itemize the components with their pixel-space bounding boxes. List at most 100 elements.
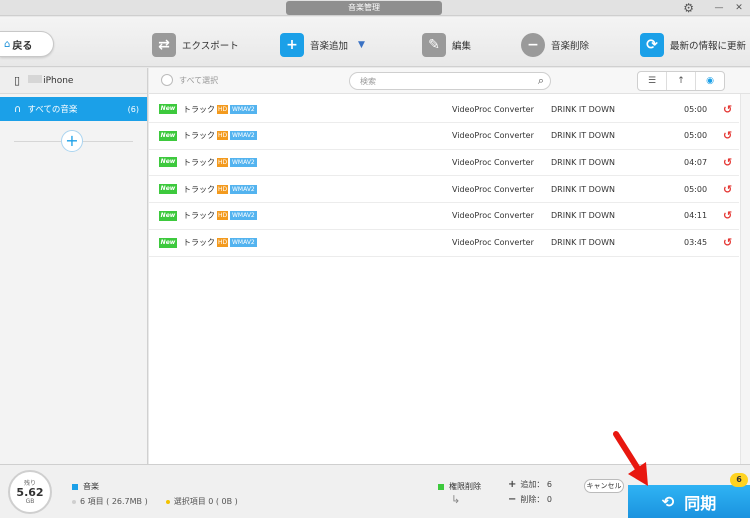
undo-icon[interactable]: ↺ [723, 209, 732, 222]
table-row[interactable]: New トラック 1 HD WMAV2 VideoProc Converter DRINK… [149, 96, 739, 123]
delete-count: − 削除： 0 [508, 494, 553, 505]
chevron-down-icon[interactable]: ▼ [358, 40, 365, 50]
add-count: + 追加： 6 [508, 479, 553, 490]
export-icon: ⇄ [152, 33, 176, 57]
track-album: DRINK IT DOWN [551, 104, 615, 114]
search-placeholder: 検索 [360, 76, 376, 86]
track-album: DRINK IT DOWN [551, 211, 615, 221]
device-name: iPhone [28, 75, 73, 86]
list-toolbar: すべて選択 検索 ⌕ ☰ ↑ ◉ [149, 68, 750, 94]
track-duration: 05:00 [684, 104, 708, 114]
sidebar: ▯ iPhone ∩ すべての音楽 (6) + [0, 68, 148, 464]
close-button[interactable]: ✕ [732, 3, 746, 13]
search-icon[interactable]: ⌕ [538, 74, 544, 88]
add-music-label: 音楽追加 [310, 41, 349, 52]
table-row[interactable]: New トラック 5 HD WMAV2 VideoProc Converter DRINK… [149, 203, 739, 230]
undo-icon[interactable]: ↺ [723, 236, 732, 249]
minimize-button[interactable]: — [712, 3, 726, 13]
storage-indicator: 残り 5.62 GB [8, 470, 52, 514]
window-controls: — ✕ [712, 0, 746, 16]
undo-icon[interactable]: ↺ [723, 156, 732, 169]
headphones-icon: ∩ [14, 103, 22, 115]
undo-icon[interactable]: ↺ [723, 129, 732, 142]
track-album: DRINK IT DOWN [551, 131, 615, 141]
track-artist: VideoProc Converter [452, 211, 534, 221]
hd-badge: HD [217, 104, 229, 114]
format-badge: WMAV2 [230, 238, 257, 247]
format-badge: WMAV2 [230, 157, 257, 167]
table-row[interactable]: New トラック 3 HD WMAV2 VideoProc Converter DRINK… [149, 149, 739, 177]
turn-arrow-icon: ↳ [451, 493, 461, 506]
delete-music-button[interactable]: − 音楽削除 [521, 31, 589, 59]
toolbar: ⌂ 戻る ⇄ エクスポート + 音楽追加 ▼ ✎ 編集 − 音楽削除 ⟳ 最新の… [0, 17, 750, 67]
refresh-label: 最新の情報に更新 [670, 41, 747, 52]
home-icon: ⌂ [4, 38, 11, 50]
format-badge: WMAV2 [230, 104, 257, 114]
new-badge: New [159, 104, 177, 114]
sort-icon[interactable]: ↑ [667, 72, 696, 90]
table-row[interactable]: New トラック 2 HD WMAV2 VideoProc Converter DRINK… [149, 123, 739, 150]
edit-button[interactable]: ✎ 編集 [422, 31, 471, 59]
hd-badge: HD [217, 157, 229, 167]
headphones-add-icon: + [280, 33, 304, 57]
view-switcher: ☰ ↑ ◉ [637, 71, 725, 91]
track-artist: VideoProc Converter [452, 238, 534, 247]
settings-gear-icon[interactable]: ⚙ [683, 1, 694, 15]
perm-delete-label: 権限削除 [449, 482, 481, 491]
music-swatch [72, 483, 78, 490]
new-badge: New [159, 237, 177, 248]
new-badge: New [159, 184, 177, 195]
all-music-count: (6) [127, 104, 139, 114]
undo-icon[interactable]: ↺ [723, 183, 732, 196]
hd-badge: HD [217, 211, 229, 221]
track-album: DRINK IT DOWN [551, 238, 615, 247]
track-list-panel: すべて選択 検索 ⌕ ☰ ↑ ◉ New トラック 1 HD WMAV2 VideoPr… [149, 68, 750, 464]
sidebar-item-all-music[interactable]: ∩ すべての音楽 (6) [0, 97, 147, 121]
new-badge: New [159, 130, 177, 141]
new-badge: New [159, 210, 177, 221]
disc-icon[interactable]: ◉ [696, 72, 724, 90]
track-artist: VideoProc Converter [452, 131, 534, 141]
new-badge: New [159, 157, 177, 168]
format-badge: WMAV2 [230, 184, 257, 194]
select-all[interactable]: すべて選択 [161, 74, 218, 86]
back-button[interactable]: ⌂ 戻る [0, 31, 54, 57]
select-all-checkbox[interactable] [161, 74, 173, 86]
sync-label: 同期 [684, 494, 717, 513]
track-artist: VideoProc Converter [452, 184, 534, 194]
back-button-label: 戻る [12, 40, 33, 52]
sync-badge: 6 [730, 473, 748, 487]
all-music-label: すべての音楽 [27, 105, 78, 115]
add-playlist-row: + [0, 121, 147, 165]
export-button[interactable]: ⇄ エクスポート [152, 31, 239, 59]
search-input[interactable]: 検索 ⌕ [349, 72, 551, 90]
hd-badge: HD [217, 184, 229, 194]
list-view-icon[interactable]: ☰ [638, 72, 667, 90]
add-icon[interactable]: + [61, 130, 83, 152]
track-duration: 05:00 [684, 131, 708, 141]
arrow-pointer-icon [613, 431, 648, 486]
delete-music-label: 音楽削除 [551, 41, 590, 52]
export-label: エクスポート [182, 41, 239, 52]
perm-delete-swatch [438, 483, 444, 490]
format-badge: WMAV2 [230, 131, 257, 141]
add-music-button[interactable]: + 音楽追加 ▼ [280, 31, 365, 59]
items-text: 6 項目 ( 26.7MB ) [72, 496, 148, 507]
remaining-value: 5.62 [16, 486, 44, 499]
track-duration: 03:45 [684, 238, 708, 247]
table-row[interactable]: New トラック 6 HD WMAV2 VideoProc Converter DRINK… [149, 230, 739, 257]
track-album: DRINK IT DOWN [551, 157, 615, 167]
table-row[interactable]: New トラック 4 HD WMAV2 VideoProc Converter DRINK… [149, 176, 739, 204]
track-duration: 05:00 [684, 184, 708, 194]
refresh-button[interactable]: ⟳ 最新の情報に更新 [640, 31, 746, 59]
hd-badge: HD [217, 131, 229, 141]
phone-icon: ▯ [14, 74, 21, 87]
select-all-label: すべて選択 [179, 75, 219, 85]
selected-text: 選択項目 0 ( 0B ) [165, 496, 238, 507]
format-badge: WMAV2 [230, 211, 257, 221]
scrollbar[interactable] [740, 94, 750, 464]
device-item[interactable]: ▯ iPhone [0, 68, 147, 94]
edit-icon: ✎ [422, 33, 446, 57]
undo-icon[interactable]: ↺ [723, 103, 732, 116]
hd-badge: HD [217, 238, 229, 247]
